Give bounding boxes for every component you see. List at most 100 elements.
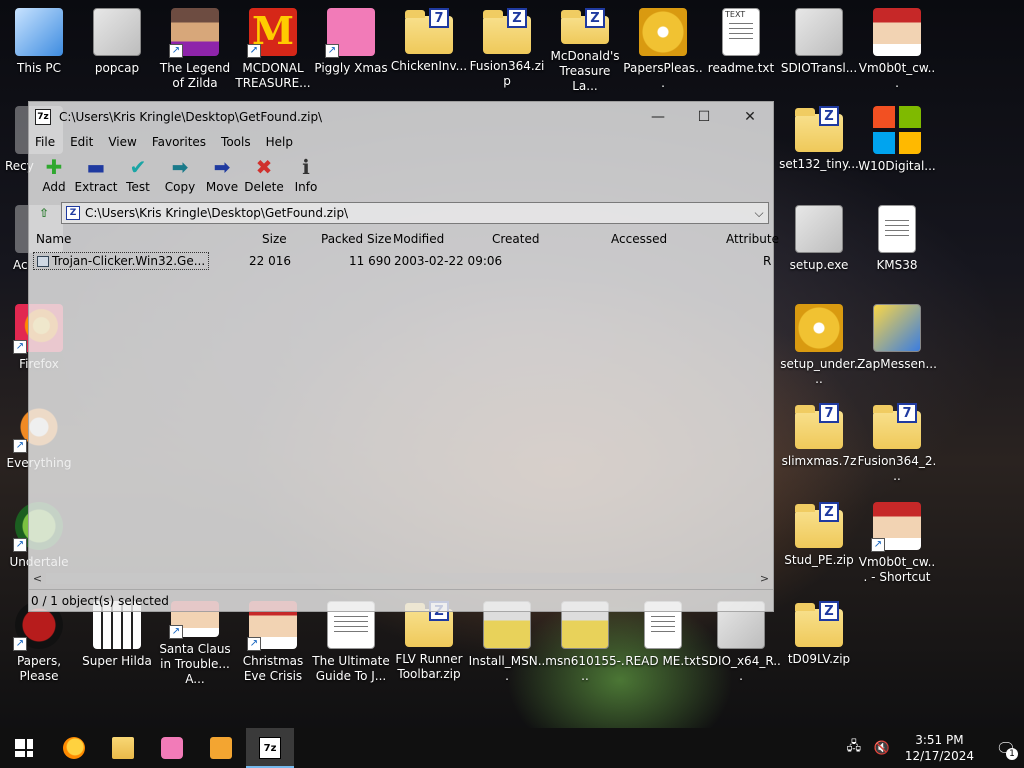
sevenzip-folder-icon: 7 — [795, 403, 843, 449]
taskbar-piggly[interactable] — [148, 728, 196, 768]
desktop-icon-td09lv-zip[interactable]: ZtD09LV.zip — [780, 595, 858, 687]
info-button[interactable]: ℹ Info — [285, 152, 327, 200]
minimize-button[interactable]: — — [635, 102, 681, 132]
clock[interactable]: 3:51 PM 12/17/2024 — [905, 732, 974, 764]
desktop-icon-set132-tiny[interactable]: Zset132_tiny... — [779, 100, 859, 192]
desktop-icon-readme-txt[interactable]: TEXT readme.txt — [702, 2, 780, 94]
file-name-cell[interactable]: Trojan-Clicker.Win32.Ge... — [33, 252, 210, 270]
menu-edit[interactable]: Edit — [70, 135, 93, 149]
windows-logo-icon — [873, 106, 921, 154]
extract-button[interactable]: ▬ Extract — [75, 152, 118, 200]
zilda-game-icon — [169, 8, 219, 58]
column-header-accessed[interactable]: Accessed — [611, 232, 667, 246]
copy-icon: ➡ — [171, 155, 189, 179]
status-text: 0 / 1 object(s) selected — [31, 593, 169, 608]
column-header-modified[interactable]: Modified — [393, 232, 444, 246]
maximize-button[interactable]: ☐ — [681, 102, 727, 132]
notification-center-button[interactable]: 🗨 1 — [988, 739, 1024, 760]
desktop-icon-fusion364-zip[interactable]: Z Fusion364.zip — [468, 2, 546, 94]
test-button[interactable]: ✔ Test — [117, 152, 159, 200]
desktop-icon-chickeninv[interactable]: 7 ChickenInv... — [390, 2, 468, 94]
volume-muted-icon[interactable]: 🔇 — [871, 741, 893, 756]
file-attribute-cell: R — [763, 254, 772, 268]
desktop-icon-sdiotransl[interactable]: SDIOTransl... — [780, 2, 858, 94]
horizontal-scrollbar[interactable]: < > — [29, 570, 773, 587]
popcap-icon — [93, 8, 141, 56]
table-row[interactable]: Trojan-Clicker.Win32.Ge... 22 016 11 690… — [33, 252, 773, 270]
menu-help[interactable]: Help — [266, 135, 293, 149]
taskbar-file-explorer[interactable] — [99, 728, 147, 768]
window-titlebar[interactable]: 7z C:\Users\Kris Kringle\Desktop\GetFoun… — [29, 102, 773, 132]
test-icon: ✔ — [129, 155, 147, 179]
address-dropdown-button[interactable]: ⌵ — [750, 206, 768, 221]
zip-folder-icon: Z — [405, 601, 453, 647]
scroll-track[interactable] — [46, 573, 756, 584]
desktop-icon-popcap[interactable]: popcap — [78, 2, 156, 94]
file-icon — [37, 256, 49, 267]
desktop-icon-legend-of-zilda[interactable]: The Legend of Zilda — [156, 2, 234, 94]
file-icon — [878, 205, 916, 253]
sevenzip-folder-icon: 7 — [873, 403, 921, 449]
desktop-icon-setup-under[interactable]: setup_under... — [780, 298, 858, 390]
file-packed-size-cell: 11 690 — [349, 254, 391, 268]
copy-button[interactable]: ➡ Copy — [159, 152, 201, 200]
desktop-icon-piggly-xmas[interactable]: Piggly Xmas — [312, 2, 390, 94]
sevenzip-app-icon[interactable]: 7z — [35, 109, 51, 125]
add-button[interactable]: ✚ Add — [33, 152, 75, 200]
column-header-size[interactable]: Size — [262, 232, 287, 246]
zip-folder-icon: 7 — [405, 8, 453, 54]
up-folder-button[interactable]: ⇧ — [33, 202, 55, 224]
folder-icon — [112, 737, 134, 759]
disc-image-icon — [795, 304, 843, 352]
menu-favorites[interactable]: Favorites — [152, 135, 206, 149]
address-path: C:\Users\Kris Kringle\Desktop\GetFound.z… — [85, 206, 349, 220]
menu-view[interactable]: View — [108, 135, 136, 149]
zip-folder-icon: Z — [561, 8, 609, 44]
column-headers: Name Size Packed Size Modified Created A… — [29, 228, 779, 250]
column-header-packed-size[interactable]: Packed Size — [321, 232, 392, 246]
zip-folder-icon: Z — [483, 8, 531, 54]
desktop-icon-kms38[interactable]: KMS38 — [858, 199, 936, 291]
move-button[interactable]: ➡ Move — [201, 152, 243, 200]
info-icon: ℹ — [302, 155, 310, 179]
extract-icon: ▬ — [86, 155, 106, 179]
messenger-icon — [873, 304, 921, 352]
window-title: C:\Users\Kris Kringle\Desktop\GetFound.z… — [59, 110, 323, 124]
desktop-icon-mcdonal-treasure[interactable]: MMCDONAL TREASURE... — [234, 2, 312, 94]
column-header-created[interactable]: Created — [492, 232, 540, 246]
taskbar-media-player[interactable] — [197, 728, 245, 768]
status-bar: 0 / 1 object(s) selected — [29, 589, 773, 611]
desktop-icon-this-pc[interactable]: This PC — [0, 2, 78, 94]
desktop-icon-w10digital[interactable]: W10Digital... — [858, 100, 936, 192]
desktop-icon-mcdonalds-treasure-la[interactable]: Z McDonald's Treasure La... — [546, 2, 624, 94]
scroll-left-button[interactable]: < — [29, 572, 46, 585]
zip-folder-icon: Z — [795, 601, 843, 647]
address-input[interactable]: Z C:\Users\Kris Kringle\Desktop\GetFound… — [61, 202, 769, 224]
desktop-icon-paperspleas[interactable]: PapersPleas... — [623, 2, 703, 94]
scroll-right-button[interactable]: > — [756, 572, 773, 585]
desktop-icon-setup-exe[interactable]: setup.exe — [780, 199, 858, 291]
network-icon[interactable]: 🖧 — [843, 737, 865, 759]
taskbar-7zip[interactable]: 7z — [246, 728, 294, 768]
desktop-icon-fusion364-2[interactable]: 7 Fusion364_2... — [858, 397, 936, 489]
menu-bar: File Edit View Favorites Tools Help — [29, 132, 773, 152]
move-icon: ➡ — [213, 155, 231, 179]
system-tray: 🖧 🔇 3:51 PM 12/17/2024 🗨 1 — [843, 728, 1024, 768]
sevenzip-window[interactable]: 7z C:\Users\Kris Kringle\Desktop\GetFoun… — [28, 101, 779, 612]
delete-button[interactable]: ✖ Delete — [243, 152, 285, 200]
close-button[interactable]: ✕ — [727, 102, 773, 132]
menu-file[interactable]: File — [35, 135, 55, 149]
column-header-attribute[interactable]: Attribute — [726, 232, 779, 246]
desktop-icon-zapmessen[interactable]: ZapMessen... — [857, 298, 937, 390]
column-header-name[interactable]: Name — [36, 232, 71, 246]
menu-tools[interactable]: Tools — [221, 135, 251, 149]
taskbar-firefox[interactable] — [50, 728, 98, 768]
clock-time: 3:51 PM — [915, 733, 964, 747]
desktop-icon-vm0b0t-shortcut[interactable]: Vm0b0t_cw... - Shortcut — [858, 496, 936, 588]
desktop-icon-slimxmas-7z[interactable]: 7 slimxmas.7z — [780, 397, 858, 489]
desktop-icon-stud-pe-zip[interactable]: Z Stud_PE.zip — [780, 496, 858, 588]
address-bar: ⇧ Z C:\Users\Kris Kringle\Desktop\GetFou… — [29, 200, 773, 226]
windows-start-icon — [15, 739, 33, 757]
start-button[interactable] — [0, 728, 48, 768]
desktop-icon-vm0b0t[interactable]: Vm0b0t_cw... — [858, 2, 936, 94]
